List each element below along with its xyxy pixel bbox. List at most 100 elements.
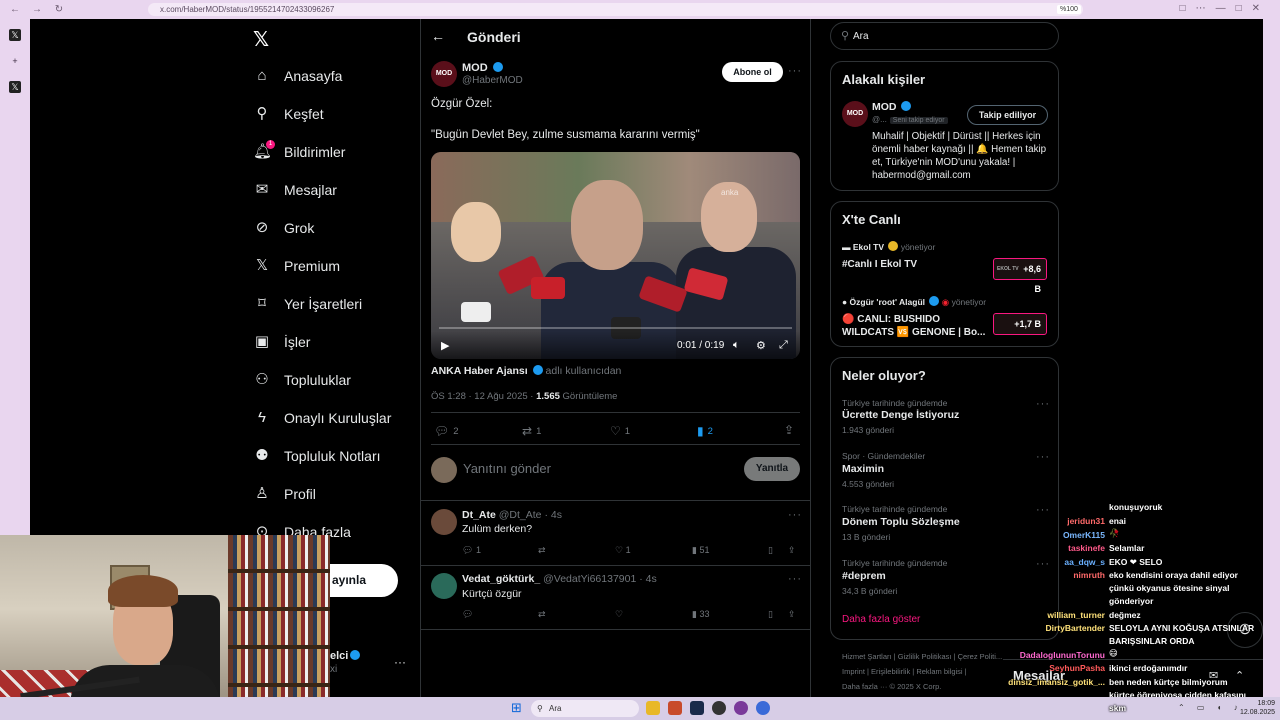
account-name[interactable]: elci bbox=[330, 650, 361, 662]
like-action[interactable]: ♡ 1 bbox=[610, 424, 630, 438]
app-icon[interactable] bbox=[668, 701, 682, 715]
fullscreen-icon[interactable]: ⤢ bbox=[779, 339, 788, 352]
live-title[interactable]: #Canlı I Ekol TV bbox=[842, 258, 917, 271]
reply-input[interactable]: Yanıtını gönder bbox=[463, 461, 551, 476]
views-action[interactable]: ▮ 33 bbox=[692, 609, 709, 620]
nav-item-messages[interactable]: ✉ Mesajlar bbox=[253, 178, 337, 202]
browser-controls[interactable]: □⋯—□✕ bbox=[1180, 3, 1270, 14]
following-button[interactable]: Takip ediliyor bbox=[967, 105, 1048, 125]
bookmark-icon[interactable]: ▯ bbox=[768, 545, 773, 556]
trend-name[interactable]: Dönem Toplu Sözleşme bbox=[842, 516, 960, 528]
related-avatar[interactable]: MOD bbox=[842, 101, 868, 127]
reply-avatar[interactable] bbox=[431, 509, 457, 535]
steam-icon[interactable] bbox=[690, 701, 704, 715]
x-logo-icon[interactable]: 𝕏 bbox=[253, 27, 269, 52]
live-title[interactable]: 🔴 CANLI: BUSHIDO WILDCATS 🆚 GENONE | Bo..… bbox=[842, 313, 985, 339]
author-name[interactable]: MOD bbox=[462, 62, 503, 74]
nav-item-community-notes[interactable]: ⚉ Topluluk Notları bbox=[253, 444, 380, 468]
address-bar[interactable]: x.com/HaberMOD/status/195521470243309626… bbox=[148, 3, 1083, 16]
discord-icon[interactable] bbox=[756, 701, 770, 715]
share-icon[interactable]: ⇪ bbox=[788, 609, 796, 620]
add-tab-icon[interactable]: + bbox=[9, 55, 21, 67]
chat-message: eko kendisini oraya dahil ediyor bbox=[1109, 570, 1238, 580]
reload-icon[interactable]: ↻ bbox=[52, 4, 66, 15]
taskbar-search[interactable]: ⚲ Ara bbox=[531, 700, 639, 717]
grok-icon: ⊘ bbox=[255, 219, 269, 236]
volume-icon[interactable]: 🔈︎ bbox=[733, 339, 740, 352]
author-avatar[interactable]: MOD bbox=[431, 61, 457, 87]
reply-action[interactable]: 💬︎ 2 bbox=[434, 424, 459, 438]
subscribe-button[interactable]: Abone ol bbox=[722, 62, 783, 82]
reply-author[interactable]: Vedat_göktürk_ @VedatYi66137901 · 4s bbox=[462, 573, 657, 585]
x-tab-active-icon[interactable]: 𝕏 bbox=[9, 81, 21, 93]
bookmark-action[interactable]: ▮ 2 bbox=[697, 424, 713, 438]
back-arrow-icon[interactable]: ← bbox=[431, 28, 445, 44]
footer-links[interactable]: Daha fazla ··· © 2025 X Corp. bbox=[842, 682, 941, 691]
browser-icon[interactable] bbox=[734, 701, 748, 715]
author-handle[interactable]: @HaberMOD bbox=[462, 75, 523, 86]
footer-links[interactable]: Hizmet Şartları | Gizlilik Politikası | … bbox=[842, 652, 1002, 661]
search-input[interactable]: Ara bbox=[853, 31, 869, 42]
divider bbox=[421, 629, 810, 630]
more-options-icon[interactable]: ··· bbox=[788, 573, 802, 585]
nav-item-explore[interactable]: ⚲ Keşfet bbox=[253, 102, 324, 126]
like-action[interactable]: ♡ 1 bbox=[615, 545, 631, 556]
more-options-icon[interactable]: ··· bbox=[1036, 451, 1050, 463]
more-options-icon[interactable]: ··· bbox=[1036, 558, 1050, 570]
nav-item-profile[interactable]: ♙ Profil bbox=[253, 482, 316, 506]
nav-item-bookmarks[interactable]: ⌑ Yer İşaretleri bbox=[253, 292, 362, 316]
back-arrow-icon[interactable]: ← bbox=[8, 4, 22, 15]
video-progress-bar[interactable] bbox=[439, 327, 792, 329]
trend-name[interactable]: Maximin bbox=[842, 463, 884, 475]
reply-icon[interactable]: 💬︎ bbox=[462, 609, 473, 620]
live-host[interactable]: ● Özgür 'root' Alagül ◉ yönetiyor bbox=[842, 296, 986, 308]
system-tray[interactable]: ⌃ ▭ ◖ ♪ bbox=[1178, 703, 1243, 712]
show-more-link[interactable]: Daha fazla göster bbox=[842, 614, 920, 625]
views-action[interactable]: ▮ 51 bbox=[692, 545, 709, 556]
nav-item-communities[interactable]: ⚇ Topluluklar bbox=[253, 368, 351, 392]
video-source[interactable]: ANKA Haber Ajansı adlı kullanıcıdan bbox=[431, 365, 621, 377]
account-more-icon[interactable]: ··· bbox=[394, 655, 406, 669]
play-icon[interactable]: ▶ bbox=[441, 339, 449, 352]
related-name[interactable]: MOD bbox=[872, 101, 912, 113]
settings-gear-icon[interactable]: ⚙ bbox=[756, 339, 766, 352]
live-listeners-badge[interactable]: EKOL TV +8,6 B bbox=[993, 258, 1047, 294]
reply-avatar[interactable] bbox=[431, 573, 457, 599]
trend-name[interactable]: Ücrette Denge İstiyoruz bbox=[842, 409, 959, 421]
search-box[interactable]: ⚲ Ara bbox=[830, 22, 1059, 50]
reply-action[interactable]: 💬︎ 1 bbox=[462, 545, 481, 556]
share-icon[interactable]: ⇪ bbox=[788, 545, 796, 556]
forward-arrow-icon[interactable]: → bbox=[30, 4, 44, 15]
reply-author[interactable]: Dt_Ate @Dt_Ate · 4s bbox=[462, 509, 562, 521]
more-options-icon[interactable]: ··· bbox=[1036, 504, 1050, 516]
live-listeners-badge[interactable]: +1,7 B bbox=[993, 313, 1047, 335]
zoom-badge[interactable]: %100 bbox=[1057, 5, 1081, 14]
nav-item-premium[interactable]: 𝕏 Premium bbox=[253, 254, 340, 278]
post-button[interactable]: ayınla bbox=[330, 564, 398, 597]
system-clock[interactable]: 18:09 12.08.2025 bbox=[1240, 699, 1275, 717]
trend-name[interactable]: #deprem bbox=[842, 570, 886, 582]
repost-icon[interactable]: ⇄ bbox=[538, 545, 546, 556]
more-options-icon[interactable]: ··· bbox=[788, 509, 802, 521]
nav-item-notifications[interactable]: 🔔︎ 1 Bildirimler bbox=[253, 140, 345, 164]
heart-icon[interactable]: ♡ bbox=[615, 609, 623, 620]
obs-icon[interactable] bbox=[712, 701, 726, 715]
chevron-up-icon[interactable]: ⌃ bbox=[1235, 669, 1244, 682]
video-player[interactable]: anka ▶ 0:01 / 0:19 🔈︎ ⚙ ⤢ bbox=[431, 152, 800, 359]
reply-button[interactable]: Yanıtla bbox=[744, 457, 800, 481]
share-action[interactable]: ⇪ bbox=[784, 423, 798, 437]
footer-links[interactable]: Imprint | Erişilebilirlik | Reklam bilgi… bbox=[842, 667, 967, 676]
nav-item-verified-orgs[interactable]: ϟ Onaylı Kuruluşlar bbox=[253, 406, 391, 430]
more-options-icon[interactable]: ··· bbox=[788, 65, 802, 77]
nav-item-grok[interactable]: ⊘ Grok bbox=[253, 216, 315, 240]
repost-action[interactable]: ⇄ 1 bbox=[522, 424, 541, 438]
more-options-icon[interactable]: ··· bbox=[1036, 398, 1050, 410]
windows-start-icon[interactable]: ⊞ bbox=[511, 701, 525, 715]
nav-item-jobs[interactable]: ▣ İşler bbox=[253, 330, 311, 354]
bookmark-icon[interactable]: ▯ bbox=[768, 609, 773, 620]
live-host[interactable]: ▬ Ekol TV yönetiyor bbox=[842, 241, 935, 252]
x-tab-icon[interactable]: 𝕏 bbox=[9, 29, 21, 41]
repost-icon[interactable]: ⇄ bbox=[538, 609, 546, 620]
nav-item-home[interactable]: ⌂ Anasayfa bbox=[253, 64, 342, 88]
file-explorer-icon[interactable] bbox=[646, 701, 660, 715]
